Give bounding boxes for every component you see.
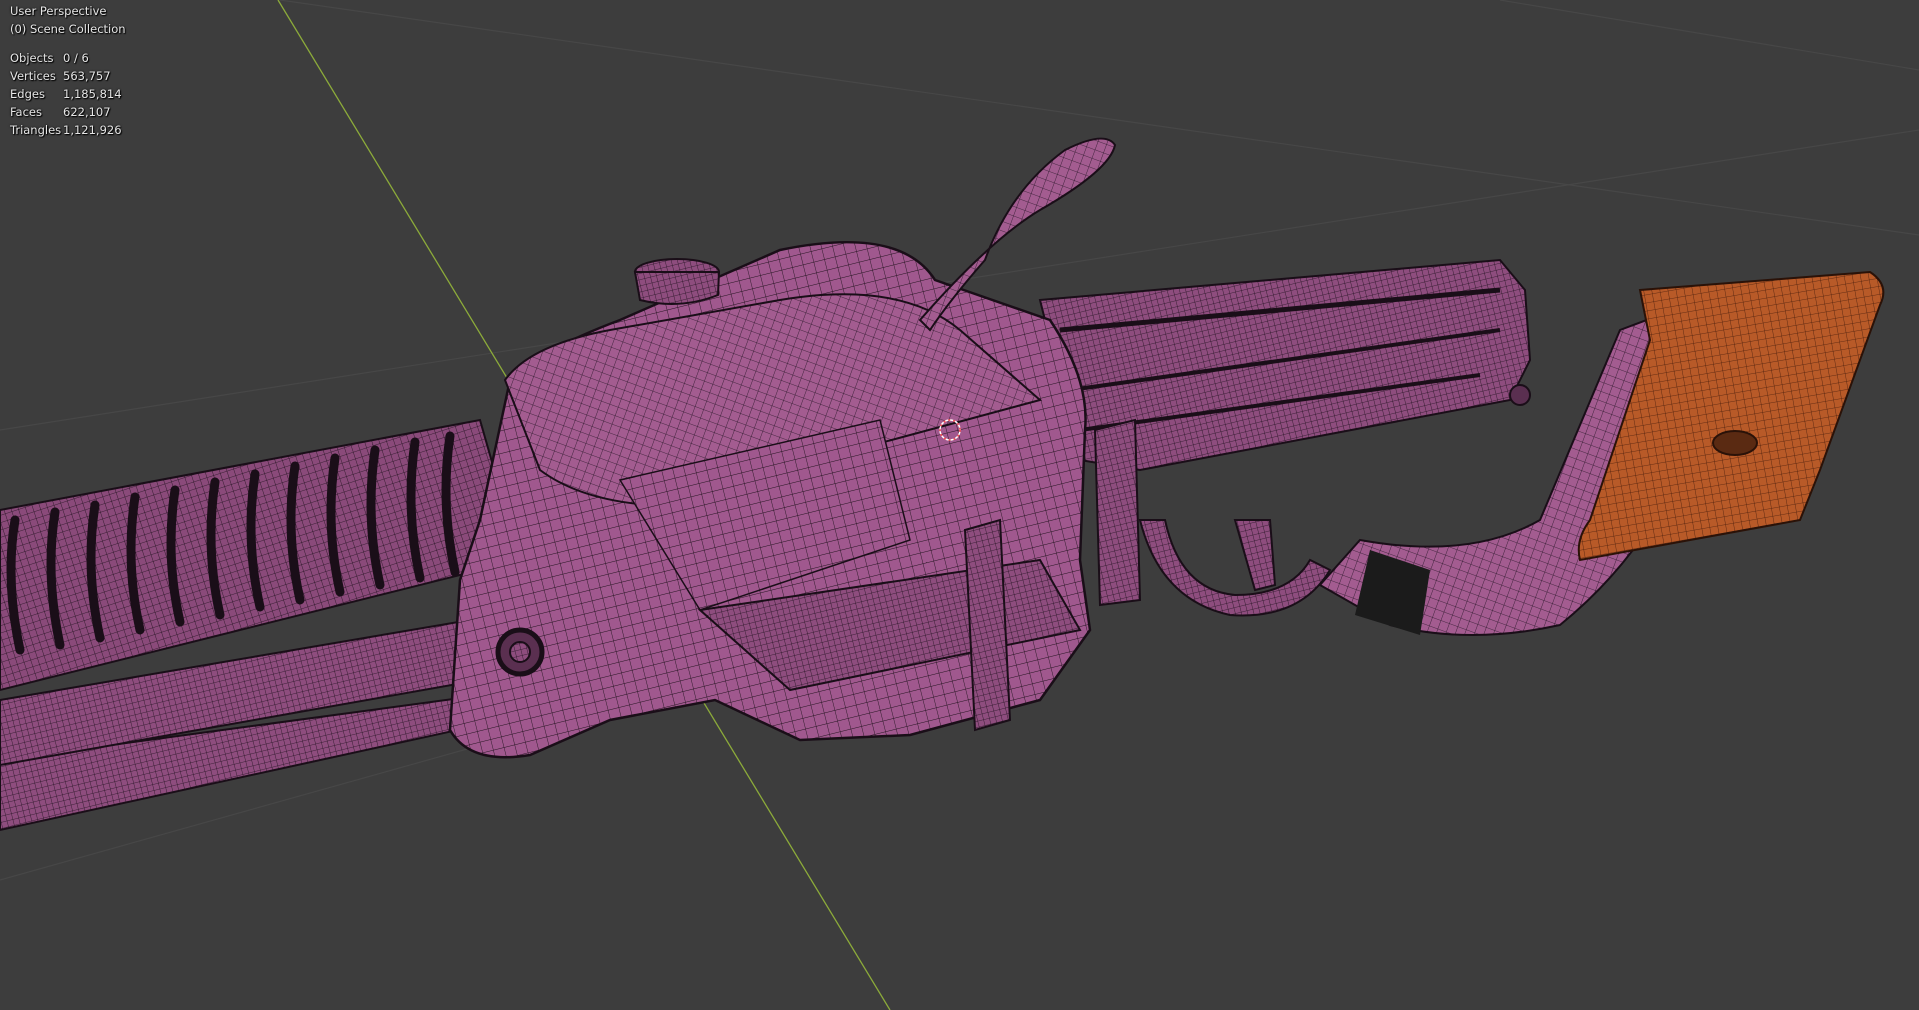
viewport-scene[interactable] bbox=[0, 0, 1919, 1010]
butt-plate bbox=[1577, 270, 1885, 562]
main-body bbox=[448, 240, 1142, 759]
3d-viewport[interactable]: User Perspective (0) Scene Collection Ob… bbox=[0, 0, 1919, 1010]
trigger-guard bbox=[1138, 519, 1332, 617]
